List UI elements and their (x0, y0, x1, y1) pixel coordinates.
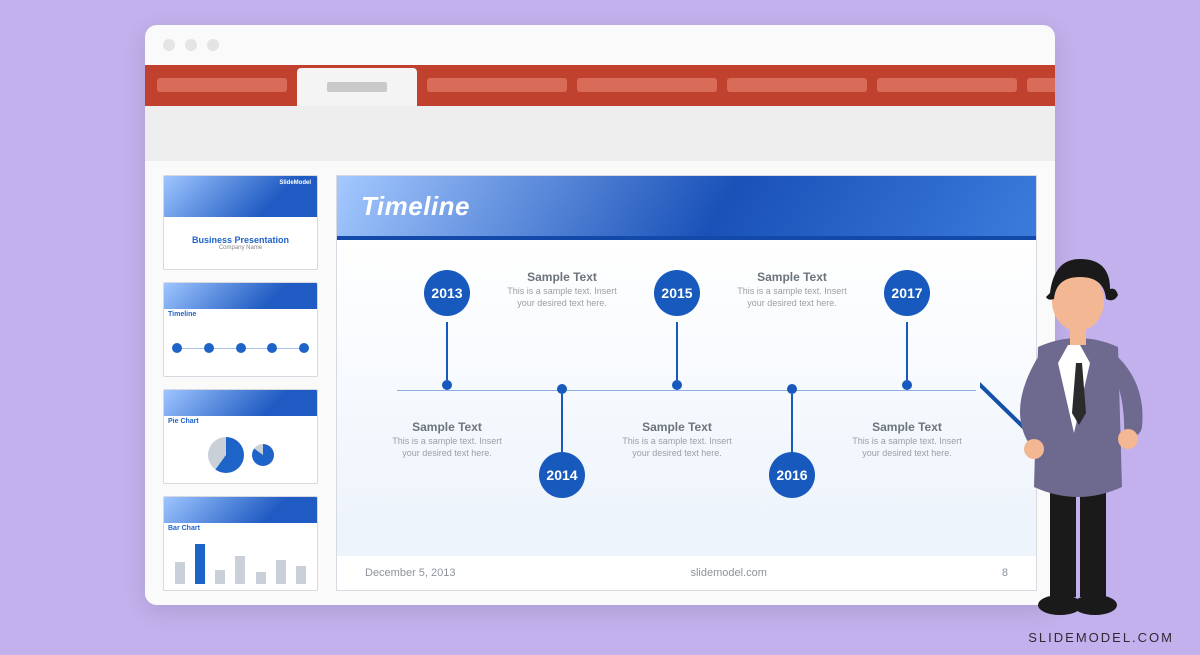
timeline-year: 2017 (884, 270, 930, 316)
thumb-label: Timeline (164, 309, 317, 320)
ribbon-tab-label-placeholder (327, 82, 387, 92)
thumb-subtitle: Company Name (219, 245, 262, 251)
ribbon-tab-active[interactable] (297, 68, 417, 106)
slide-canvas[interactable]: Timeline 2013 Sample Text This is a samp… (336, 175, 1037, 591)
ribbon-tab[interactable] (1027, 78, 1055, 92)
slide-thumbnail[interactable]: Timeline (163, 282, 318, 377)
ribbon-toolbar (145, 106, 1055, 161)
timeline-text-heading: Sample Text (387, 420, 507, 434)
timeline-text: Sample Text This is a sample text. Inser… (502, 270, 622, 309)
slide-footer: December 5, 2013 slidemodel.com 8 (337, 556, 1036, 590)
thumb-label: Pie Chart (164, 416, 317, 427)
timeline-text: Sample Text This is a sample text. Inser… (732, 270, 852, 309)
timeline-year: 2014 (539, 452, 585, 498)
ribbon-tab[interactable] (727, 78, 867, 92)
timeline-node: 2014 (502, 384, 622, 504)
pie-icon (252, 444, 274, 466)
timeline-text-body: This is a sample text. Insert your desir… (617, 436, 737, 459)
timeline-text: Sample Text This is a sample text. Inser… (847, 420, 967, 459)
timeline-text: Sample Text This is a sample text. Inser… (387, 420, 507, 459)
thumb-label: Bar Chart (164, 523, 317, 534)
slide-thumbnail[interactable]: SlideModel Business Presentation Company… (163, 175, 318, 270)
editor-workspace: SlideModel Business Presentation Company… (145, 161, 1055, 605)
pie-icon (208, 437, 244, 473)
window-control-dot[interactable] (207, 39, 219, 51)
window-control-dot[interactable] (185, 39, 197, 51)
timeline-text-heading: Sample Text (732, 270, 852, 284)
presenter-illustration (980, 227, 1160, 627)
timeline-text-heading: Sample Text (502, 270, 622, 284)
ribbon-tab[interactable] (157, 78, 287, 92)
window-control-dot[interactable] (163, 39, 175, 51)
powerpoint-window: SlideModel Business Presentation Company… (145, 25, 1055, 605)
timeline-node: 2017 (847, 270, 967, 390)
ribbon-tab[interactable] (877, 78, 1017, 92)
timeline-node: 2015 (617, 270, 737, 390)
footer-date: December 5, 2013 (365, 567, 456, 579)
ribbon-tabs (145, 65, 1055, 107)
timeline-text-heading: Sample Text (617, 420, 737, 434)
footer-center: slidemodel.com (690, 567, 766, 579)
timeline-text: Sample Text This is a sample text. Inser… (617, 420, 737, 459)
slide-thumbnail[interactable]: Bar Chart (163, 496, 318, 591)
watermark: SLIDEMODEL.COM (1028, 630, 1174, 645)
timeline-nodes: 2013 Sample Text This is a sample text. … (397, 270, 976, 516)
timeline-text-body: This is a sample text. Insert your desir… (502, 286, 622, 309)
slide-title: Timeline (361, 191, 470, 222)
slide-body: 2013 Sample Text This is a sample text. … (337, 240, 1036, 556)
thumb-title: Business Presentation (192, 235, 289, 245)
timeline-node: 2013 (387, 270, 507, 390)
timeline-year: 2016 (769, 452, 815, 498)
slide-header: Timeline (337, 176, 1036, 240)
slide-thumbnails-panel: SlideModel Business Presentation Company… (163, 175, 318, 591)
timeline-text-body: This is a sample text. Insert your desir… (847, 436, 967, 459)
timeline-year: 2015 (654, 270, 700, 316)
window-titlebar (145, 25, 1055, 65)
timeline-text-body: This is a sample text. Insert your desir… (387, 436, 507, 459)
ribbon-tab[interactable] (577, 78, 717, 92)
ribbon-tab[interactable] (427, 78, 567, 92)
brand-badge: SlideModel (279, 180, 311, 186)
timeline-node: 2016 (732, 384, 852, 504)
timeline-year: 2013 (424, 270, 470, 316)
slide-thumbnail[interactable]: Pie Chart (163, 389, 318, 484)
timeline-text-body: This is a sample text. Insert your desir… (732, 286, 852, 309)
timeline-text-heading: Sample Text (847, 420, 967, 434)
